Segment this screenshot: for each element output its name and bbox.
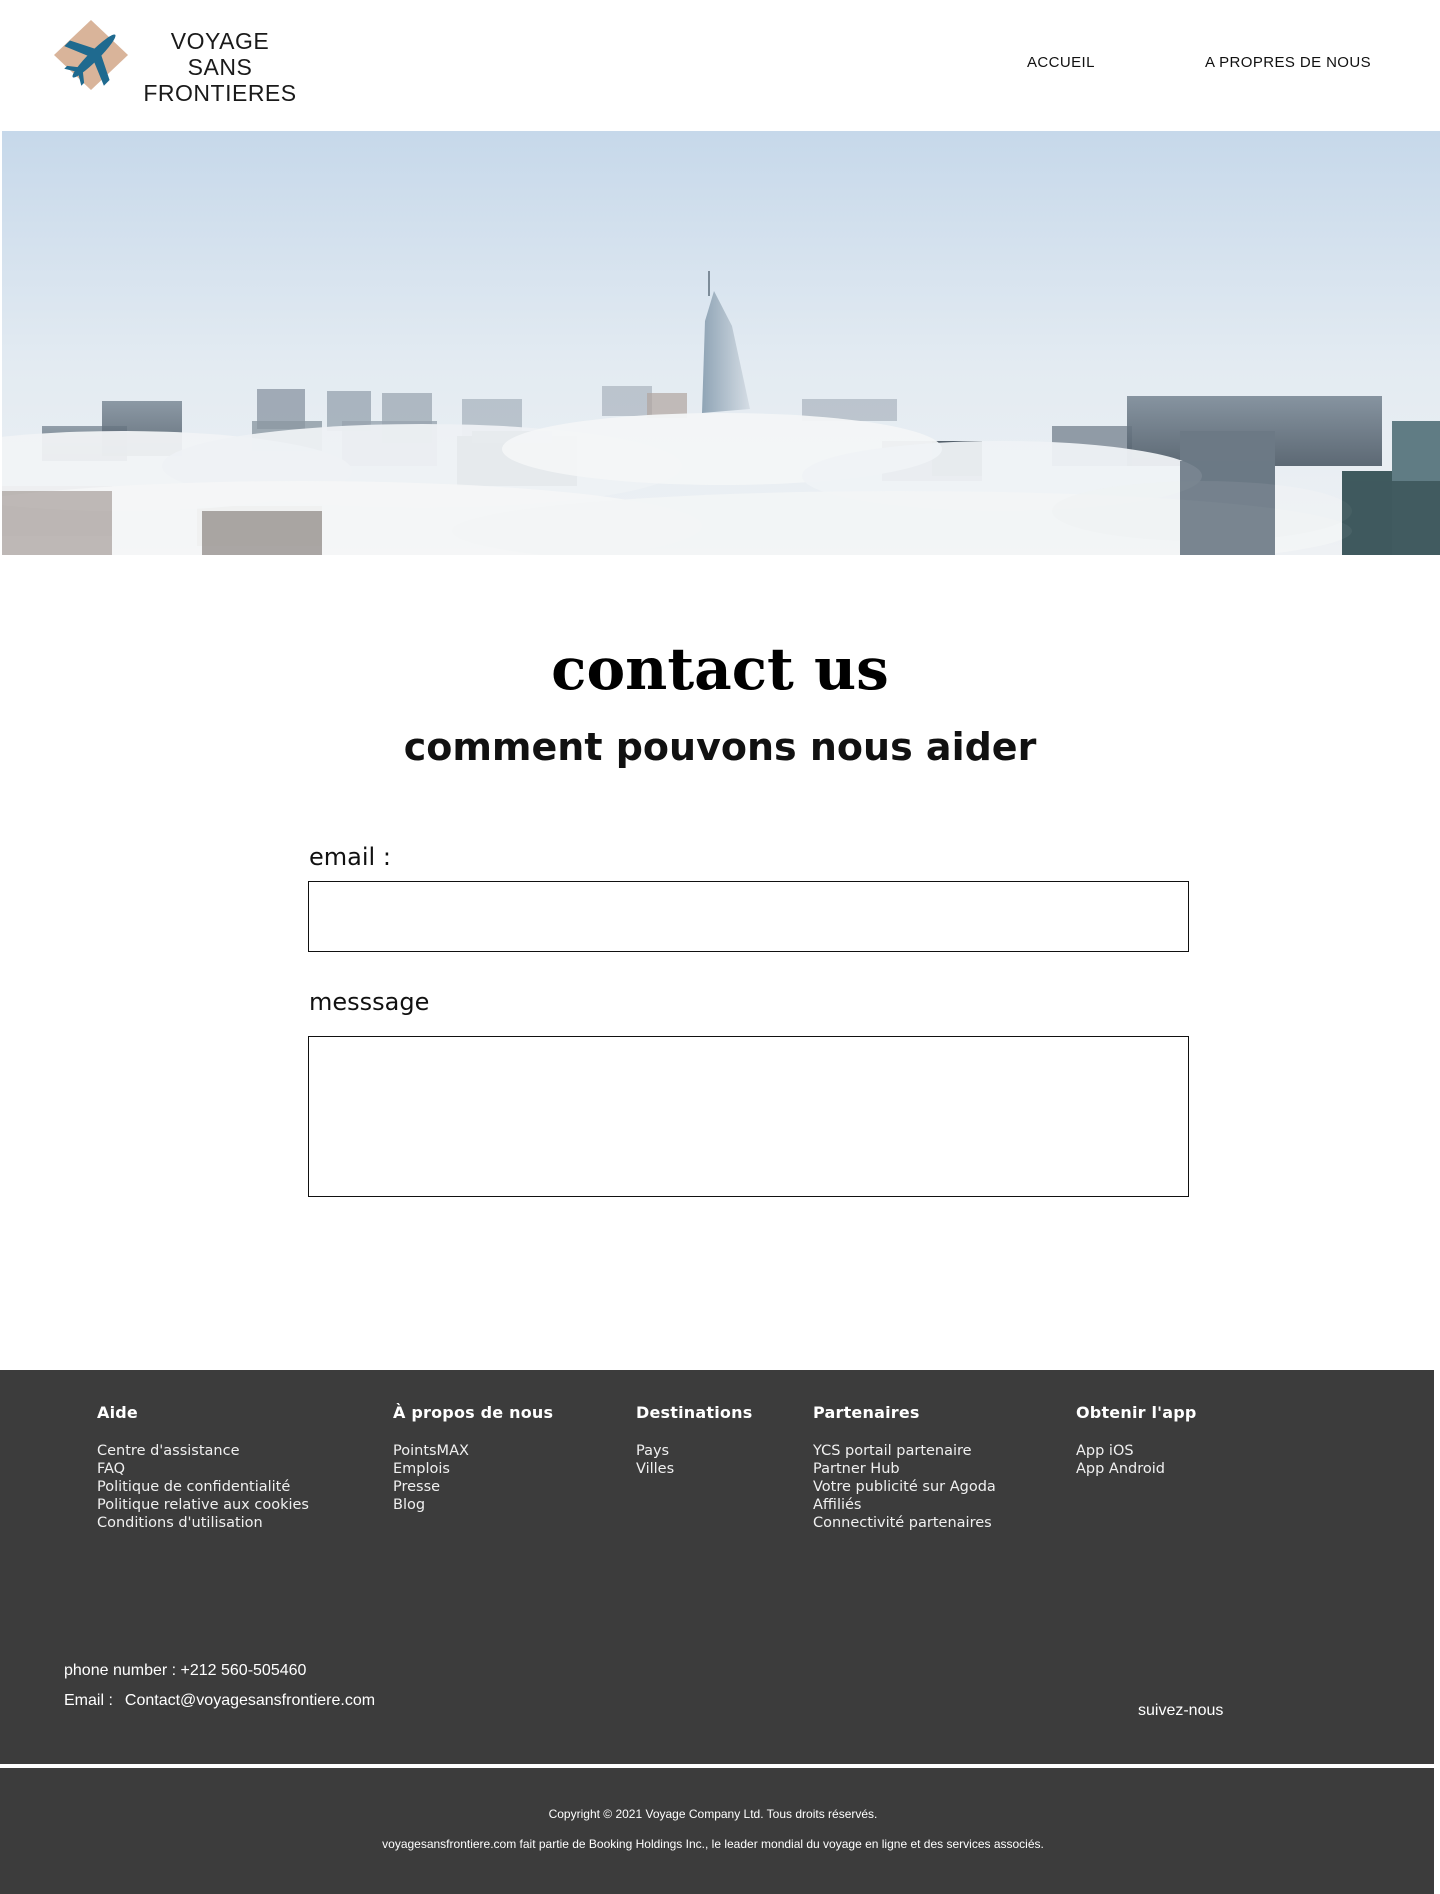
footer-link[interactable]: Centre d'assistance	[97, 1442, 309, 1460]
footer-link[interactable]: FAQ	[97, 1460, 309, 1478]
email-link[interactable]: Contact@voyagesansfrontiere.com	[125, 1692, 375, 1709]
message-label: messsage	[309, 988, 430, 1016]
brand-line-2: FRONTIERES	[143, 80, 297, 106]
email-label: email :	[309, 843, 391, 871]
footer-link[interactable]: Conditions d'utilisation	[97, 1514, 309, 1532]
nav-link-about[interactable]: A PROPRES DE NOUS	[1205, 54, 1371, 71]
footer-heading: Aide	[97, 1403, 138, 1422]
page-title: contact us	[551, 635, 889, 703]
footer-link[interactable]: Partner Hub	[813, 1460, 996, 1478]
footer-link[interactable]: Emplois	[393, 1460, 553, 1478]
footer-column-destinations: Destinations Pays Villes	[636, 1403, 752, 1478]
brand-name[interactable]: VOYAGE SANS FRONTIERES	[140, 28, 300, 106]
email-field[interactable]	[308, 881, 1189, 952]
follow-us-label[interactable]: suivez-nous	[1138, 1702, 1223, 1720]
footer-link[interactable]: Politique relative aux cookies	[97, 1496, 309, 1514]
footer-link[interactable]: Blog	[393, 1496, 553, 1514]
footer-link[interactable]: Affiliés	[813, 1496, 996, 1514]
legal-notice: voyagesansfrontiere.com fait partie de B…	[382, 1837, 1044, 1851]
site-header: VOYAGE SANS FRONTIERES ACCUEIL A PROPRES…	[0, 0, 1440, 130]
phone-number: phone number : +212 560-505460	[64, 1662, 307, 1679]
logo[interactable]	[54, 20, 134, 90]
footer-heading: Obtenir l'app	[1076, 1403, 1197, 1422]
footer-link[interactable]: PointsMAX	[393, 1442, 553, 1460]
footer-link[interactable]: Politique de confidentialité	[97, 1478, 309, 1496]
footer-heading: Partenaires	[813, 1403, 920, 1422]
message-field[interactable]	[308, 1036, 1189, 1197]
footer-link[interactable]: Connectivité partenaires	[813, 1514, 996, 1532]
hero-image	[2, 131, 1440, 555]
footer-link[interactable]: Villes	[636, 1460, 752, 1478]
email-info-label: Email :	[64, 1692, 113, 1709]
city-skyline-image	[2, 131, 1440, 555]
footer-bottom: Copyright © 2021 Voyage Company Ltd. Tou…	[0, 1768, 1434, 1894]
page-subtitle: comment pouvons nous aider	[403, 725, 1037, 769]
nav-link-accueil[interactable]: ACCUEIL	[1027, 54, 1095, 71]
site-footer: Aide Centre d'assistance FAQ Politique d…	[0, 1370, 1434, 1764]
airplane-icon	[54, 20, 128, 90]
footer-link[interactable]: Votre publicité sur Agoda	[813, 1478, 996, 1496]
footer-link[interactable]: YCS portail partenaire	[813, 1442, 996, 1460]
footer-column-aide: Aide Centre d'assistance FAQ Politique d…	[97, 1403, 309, 1532]
footer-column-partners: Partenaires YCS portail partenaire Partn…	[813, 1403, 996, 1532]
footer-column-about: À propos de nous PointsMAX Emplois Press…	[393, 1403, 553, 1514]
footer-link[interactable]: Presse	[393, 1478, 553, 1496]
footer-link[interactable]: Pays	[636, 1442, 752, 1460]
footer-link[interactable]: App Android	[1076, 1460, 1197, 1478]
footer-column-app: Obtenir l'app App iOS App Android	[1076, 1403, 1197, 1478]
brand-line-1: VOYAGE SANS	[170, 28, 270, 80]
footer-link[interactable]: App iOS	[1076, 1442, 1197, 1460]
footer-heading: Destinations	[636, 1403, 753, 1422]
contact-email: Email : Contact@voyagesansfrontiere.com	[64, 1692, 375, 1710]
copyright: Copyright © 2021 Voyage Company Ltd. Tou…	[548, 1807, 878, 1821]
footer-heading: À propos de nous	[393, 1403, 554, 1422]
